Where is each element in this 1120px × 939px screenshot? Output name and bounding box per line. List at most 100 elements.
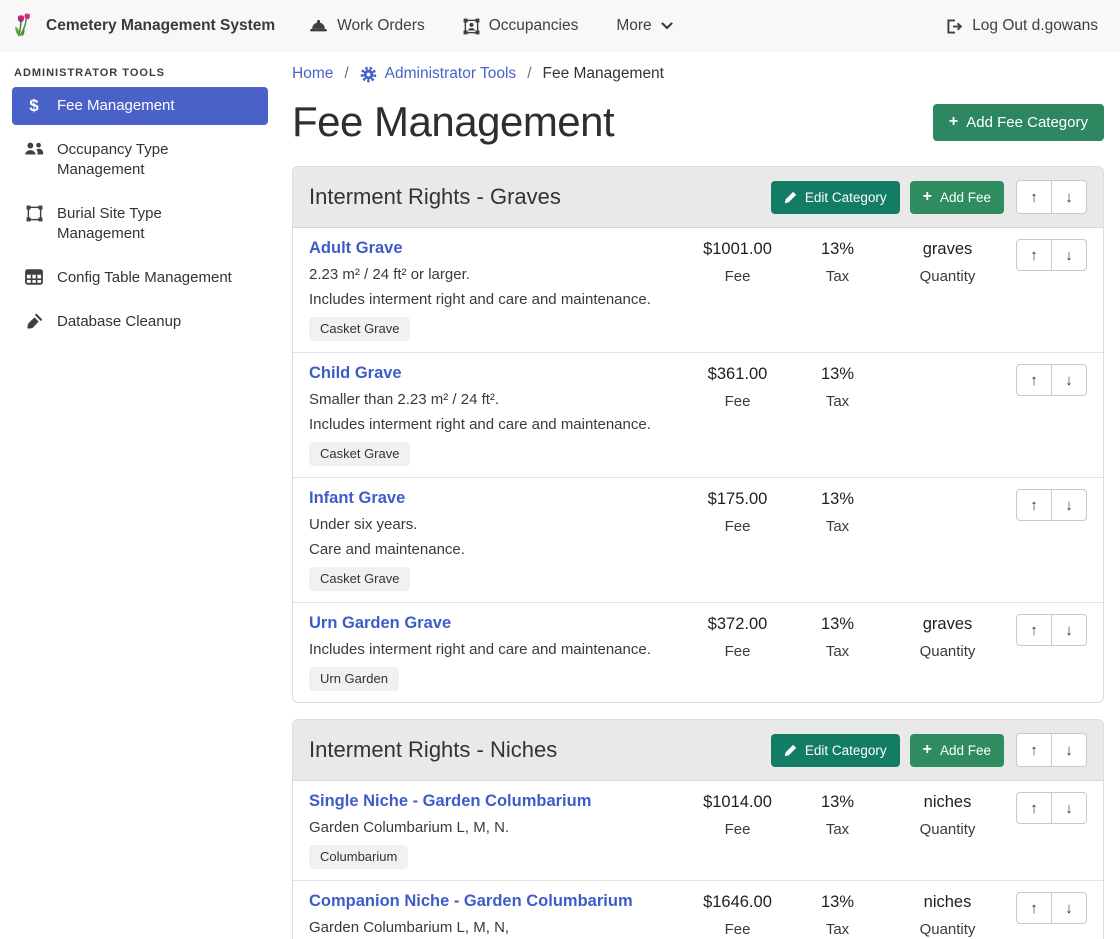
- move-fee-down-button[interactable]: ↓: [1051, 364, 1087, 396]
- edit-category-button[interactable]: Edit Category: [771, 734, 900, 767]
- fee-reorder-group: ↑ ↓: [1016, 364, 1087, 396]
- add-fee-button[interactable]: + Add Fee: [910, 734, 1004, 767]
- nav-work-orders-label: Work Orders: [337, 17, 425, 35]
- move-fee-up-button[interactable]: ↑: [1016, 792, 1052, 824]
- logout-label: Log Out d.gowans: [972, 17, 1098, 35]
- breadcrumb-current: Fee Management: [543, 65, 665, 83]
- sidebar-item-label: Config Table Management: [57, 268, 232, 288]
- fee-type-tag: Casket Grave: [309, 567, 410, 591]
- fee-reorder-group: ↑ ↓: [1016, 489, 1087, 521]
- category-title: Interment Rights - Niches: [309, 737, 761, 763]
- fee-tax-col: 13% Tax: [790, 364, 885, 410]
- fee-type-tag: Casket Grave: [309, 317, 410, 341]
- edit-category-label: Edit Category: [805, 743, 887, 758]
- fee-category-card-graves: Interment Rights - Graves Edit Category …: [292, 166, 1104, 703]
- fee-details: Adult Grave 2.23 m² / 24 ft² or larger. …: [309, 239, 685, 341]
- move-fee-down-button[interactable]: ↓: [1051, 614, 1087, 646]
- breadcrumb-admin-tools-link[interactable]: Administrator Tools: [360, 65, 517, 83]
- move-fee-up-button[interactable]: ↑: [1016, 364, 1052, 396]
- fee-row-companion-niche: Companion Niche - Garden Columbarium Gar…: [293, 880, 1103, 939]
- fee-tax-label: Tax: [790, 519, 885, 535]
- fee-tax: 13%: [790, 490, 885, 509]
- fee-amount: $1014.00: [685, 793, 790, 812]
- fee-tax: 13%: [790, 615, 885, 634]
- fee-quantity-label: Quantity: [885, 644, 1010, 660]
- fee-name-link[interactable]: Urn Garden Grave: [309, 614, 451, 633]
- fee-type-tag: Urn Garden: [309, 667, 399, 691]
- people-icon: [24, 141, 44, 156]
- hardhat-icon: [309, 19, 328, 34]
- fee-quantity-unit: niches: [885, 793, 1010, 812]
- nav-occupancies[interactable]: Occupancies: [463, 17, 579, 35]
- fee-tax-col: 13% Tax: [790, 239, 885, 285]
- nav-occupancies-label: Occupancies: [489, 17, 579, 35]
- sidebar-item-label: Occupancy Type Management: [57, 140, 242, 180]
- logout-button[interactable]: Log Out d.gowans: [946, 17, 1098, 35]
- sidebar-item-label: Fee Management: [57, 96, 175, 116]
- fee-amount-label: Fee: [685, 922, 790, 938]
- fee-details: Child Grave Smaller than 2.23 m² / 24 ft…: [309, 364, 685, 466]
- fee-name-link[interactable]: Single Niche - Garden Columbarium: [309, 792, 591, 811]
- fee-amount: $1001.00: [685, 240, 790, 259]
- app-brand[interactable]: Cemetery Management System: [12, 12, 275, 41]
- category-reorder-group: ↑ ↓: [1016, 733, 1087, 767]
- chevron-down-icon: [661, 22, 673, 30]
- fee-tax: 13%: [790, 240, 885, 259]
- sidebar-item-database-cleanup[interactable]: Database Cleanup: [12, 303, 268, 341]
- fee-name-link[interactable]: Adult Grave: [309, 239, 403, 258]
- fee-description: Garden Columbarium L, M, N,: [309, 920, 677, 936]
- move-category-down-button[interactable]: ↓: [1051, 180, 1087, 214]
- table-icon: [24, 269, 44, 285]
- fee-quantity-label: Quantity: [885, 922, 1010, 938]
- add-fee-category-label: Add Fee Category: [966, 114, 1088, 131]
- fee-amount-col: $1001.00 Fee: [685, 239, 790, 285]
- move-fee-up-button[interactable]: ↑: [1016, 892, 1052, 924]
- move-fee-down-button[interactable]: ↓: [1051, 489, 1087, 521]
- sidebar-item-burial-site-type-management[interactable]: Burial Site Type Management: [12, 195, 268, 253]
- move-fee-down-button[interactable]: ↓: [1051, 239, 1087, 271]
- move-fee-up-button[interactable]: ↑: [1016, 614, 1052, 646]
- move-category-up-button[interactable]: ↑: [1016, 180, 1052, 214]
- fee-reorder-group: ↑ ↓: [1016, 614, 1087, 646]
- fee-quantity-unit: graves: [885, 615, 1010, 634]
- nav-more[interactable]: More: [616, 17, 672, 35]
- app-title: Cemetery Management System: [46, 17, 275, 35]
- move-category-down-button[interactable]: ↓: [1051, 733, 1087, 767]
- occupant-frame-icon: [463, 18, 480, 35]
- move-fee-down-button[interactable]: ↓: [1051, 792, 1087, 824]
- fee-quantity-label: Quantity: [885, 822, 1010, 838]
- fee-amount-col: $1014.00 Fee: [685, 792, 790, 838]
- plus-icon: +: [923, 191, 932, 203]
- fee-row-child-grave: Child Grave Smaller than 2.23 m² / 24 ft…: [293, 352, 1103, 477]
- nav-work-orders[interactable]: Work Orders: [309, 17, 425, 35]
- edit-category-label: Edit Category: [805, 190, 887, 205]
- fee-details: Infant Grave Under six years. Care and m…: [309, 489, 685, 591]
- fee-details: Urn Garden Grave Includes interment righ…: [309, 614, 685, 691]
- breadcrumb-home-link[interactable]: Home: [292, 65, 333, 83]
- add-fee-button[interactable]: + Add Fee: [910, 181, 1004, 214]
- fee-details: Companion Niche - Garden Columbarium Gar…: [309, 892, 685, 939]
- sidebar-item-fee-management[interactable]: $ Fee Management: [12, 87, 268, 125]
- sidebar-item-config-table-management[interactable]: Config Table Management: [12, 259, 268, 297]
- fee-row-infant-grave: Infant Grave Under six years. Care and m…: [293, 477, 1103, 602]
- add-fee-label: Add Fee: [940, 743, 991, 758]
- add-fee-category-button[interactable]: + Add Fee Category: [933, 104, 1104, 141]
- move-category-up-button[interactable]: ↑: [1016, 733, 1052, 767]
- fee-name-link[interactable]: Companion Niche - Garden Columbarium: [309, 892, 633, 911]
- fee-tax: 13%: [790, 793, 885, 812]
- move-fee-up-button[interactable]: ↑: [1016, 489, 1052, 521]
- move-fee-down-button[interactable]: ↓: [1051, 892, 1087, 924]
- fee-name-link[interactable]: Child Grave: [309, 364, 402, 383]
- fee-row-single-niche: Single Niche - Garden Columbarium Garden…: [293, 781, 1103, 880]
- move-fee-up-button[interactable]: ↑: [1016, 239, 1052, 271]
- fee-tax-label: Tax: [790, 269, 885, 285]
- fee-tax-col: 13% Tax: [790, 489, 885, 535]
- sidebar-item-label: Burial Site Type Management: [57, 204, 242, 244]
- fee-amount-col: $1646.00 Fee: [685, 892, 790, 938]
- sidebar-item-occupancy-type-management[interactable]: Occupancy Type Management: [12, 131, 268, 189]
- broom-icon: [24, 313, 44, 330]
- edit-category-button[interactable]: Edit Category: [771, 181, 900, 214]
- fee-name-link[interactable]: Infant Grave: [309, 489, 405, 508]
- fee-type-tag: Columbarium: [309, 845, 408, 869]
- fee-quantity-label: Quantity: [885, 269, 1010, 285]
